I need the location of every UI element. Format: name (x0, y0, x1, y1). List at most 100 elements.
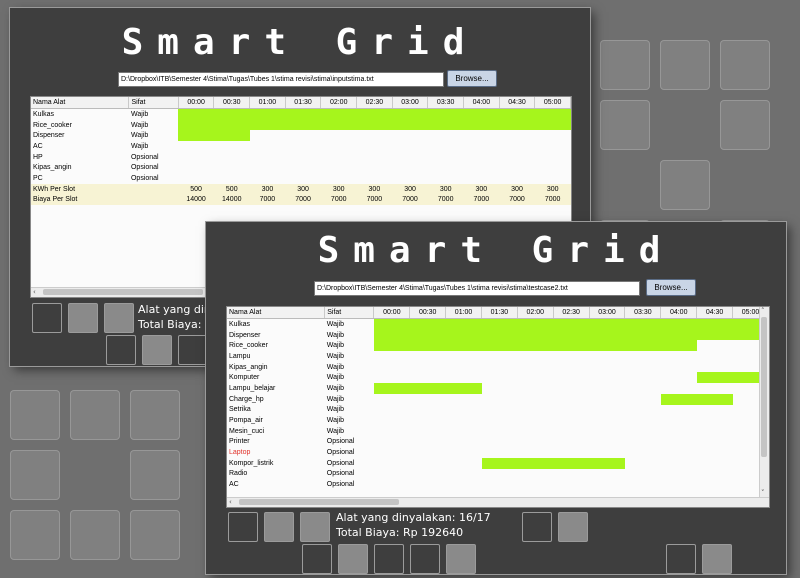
background-square (720, 100, 770, 150)
schedule-cell (428, 162, 464, 173)
schedule-cell (410, 362, 446, 373)
column-header-slot[interactable]: 04:00 (660, 307, 698, 319)
column-header-slot[interactable]: 01:00 (249, 97, 286, 109)
table-row[interactable]: Kompor_listrik Opsional (227, 457, 769, 469)
table-row[interactable]: Radio Opsional (227, 469, 769, 480)
column-header-nama-alat[interactable]: Nama Alat (227, 307, 326, 319)
column-header-slot[interactable]: 01:30 (285, 97, 322, 109)
table-row[interactable]: Laptop Opsional (227, 447, 769, 458)
table-row[interactable]: PC Opsional (31, 173, 571, 184)
decor-square (522, 512, 552, 542)
column-header-slot[interactable]: 02:00 (517, 307, 554, 319)
file-path-input[interactable]: D:\Dropbox\ITB\Semester 4\Stima\Tugas\Tu… (118, 72, 444, 87)
table-row[interactable]: Printer Opsional (227, 437, 769, 448)
table-row[interactable]: AC Opsional (227, 479, 769, 490)
device-type: Opsional (326, 470, 355, 478)
scroll-thumb[interactable] (239, 499, 399, 505)
schedule-cell (625, 415, 661, 426)
column-header-slot[interactable]: 02:30 (553, 307, 590, 319)
schedule-cell (410, 469, 446, 480)
schedule-cell (517, 447, 553, 458)
scroll-left-icon[interactable]: ‹ (229, 498, 232, 507)
schedule-cell (250, 130, 286, 141)
schedule-bar-on (213, 108, 250, 120)
scroll-up-icon[interactable]: ˄ (761, 307, 765, 316)
scroll-left-icon[interactable]: ‹ (33, 288, 36, 297)
schedule-cell (553, 415, 589, 426)
column-header-slot[interactable]: 04:30 (696, 307, 734, 319)
schedule-bar-on (463, 108, 500, 120)
table-row[interactable]: Lampu Wajib (227, 351, 769, 362)
schedule-cell (661, 426, 697, 437)
column-header-slot[interactable]: 00:00 (373, 307, 411, 319)
table-row[interactable]: Mesin_cuci Wajib (227, 426, 769, 437)
column-header-nama-alat[interactable]: Nama Alat (31, 97, 130, 109)
schedule-cell (517, 415, 553, 426)
schedule-bar-on (534, 119, 571, 131)
table-row[interactable]: Charge_hp Wajib (227, 393, 769, 405)
column-header-slot[interactable]: 01:00 (445, 307, 482, 319)
column-header-slot[interactable]: 00:30 (409, 307, 447, 319)
scroll-thumb[interactable] (43, 289, 203, 295)
schedule-bar-on (499, 108, 535, 120)
column-header-slot[interactable]: 03:00 (589, 307, 626, 319)
column-header-slot[interactable]: 02:00 (320, 97, 358, 109)
schedule-cell (589, 447, 625, 458)
table-row[interactable]: Lampu_belajar Wajib (227, 383, 769, 394)
file-path-input[interactable]: D:\Dropbox\ITB\Semester 4\Stima\Tugas\Tu… (314, 281, 640, 296)
table-row[interactable]: Kulkas Wajib (227, 318, 769, 330)
table-row[interactable]: HP Opsional (31, 152, 571, 163)
column-header-slot[interactable]: 03:30 (624, 307, 662, 319)
column-header-slot[interactable]: 03:30 (427, 97, 465, 109)
column-header-slot[interactable]: 00:30 (213, 97, 251, 109)
table-row[interactable]: Pompa_air Wajib (227, 415, 769, 426)
column-header-slot[interactable]: 03:00 (392, 97, 429, 109)
table-row[interactable]: Kipas_angin Wajib (227, 362, 769, 373)
table-row[interactable]: Kipas_angin Opsional (31, 162, 571, 173)
column-header-slot[interactable]: 04:30 (499, 97, 536, 109)
schedule-cell (589, 479, 625, 490)
table-row[interactable]: Rice_cooker Wajib (227, 340, 769, 352)
browse-button[interactable]: Browse... (447, 70, 497, 87)
schedule-cell (697, 479, 733, 490)
schedule-cell (357, 152, 393, 163)
schedule-cell (589, 372, 625, 383)
device-type: Wajib (326, 352, 344, 360)
background-square (660, 160, 710, 210)
device-name: Kipas_angin (229, 363, 268, 371)
device-type: Wajib (130, 121, 149, 129)
column-header-sifat[interactable]: Sifat (128, 97, 179, 109)
schedule-bar-on (409, 318, 446, 330)
schedule-cell (697, 405, 733, 416)
browse-button[interactable]: Browse... (646, 279, 696, 296)
column-header-slot[interactable]: 04:00 (463, 97, 500, 109)
schedule-cell (446, 394, 482, 405)
horizontal-scrollbar[interactable]: ‹ (227, 497, 769, 507)
schedule-bar-on (481, 329, 518, 341)
scroll-thumb[interactable] (761, 317, 767, 457)
schedule-cell (517, 405, 553, 416)
column-header-slot[interactable]: 05:00 (534, 97, 571, 109)
schedule-grid: Nama Alat Sifat 00:00 00:30 01:00 01:30 02:00 0… (226, 306, 770, 508)
schedule-cell (535, 141, 571, 152)
column-header-slot[interactable]: 01:30 (481, 307, 518, 319)
schedule-cell (428, 152, 464, 163)
table-row[interactable]: Kulkas Wajib (31, 108, 571, 120)
table-row[interactable]: AC Wajib (31, 141, 571, 152)
table-row[interactable]: Komputer Wajib (227, 372, 769, 384)
schedule-cell (392, 141, 428, 152)
info-value: 7000 (499, 194, 535, 206)
decor-square (32, 303, 62, 333)
column-header-slot[interactable]: 02:30 (356, 97, 393, 109)
table-row[interactable]: Dispenser Wajib (227, 329, 769, 341)
vertical-scrollbar[interactable]: ˄ ˅ (759, 307, 769, 498)
column-header-slot[interactable]: 00:00 (178, 97, 215, 109)
schedule-cell (178, 141, 214, 152)
background-square (70, 510, 120, 560)
column-header-sifat[interactable]: Sifat (324, 307, 375, 319)
info-value: 7000 (392, 194, 428, 206)
schedule-cell (589, 469, 625, 480)
table-row[interactable]: Setrika Wajib (227, 405, 769, 416)
table-row[interactable]: Dispenser Wajib (31, 130, 571, 142)
table-row[interactable]: Rice_cooker Wajib (31, 119, 571, 131)
